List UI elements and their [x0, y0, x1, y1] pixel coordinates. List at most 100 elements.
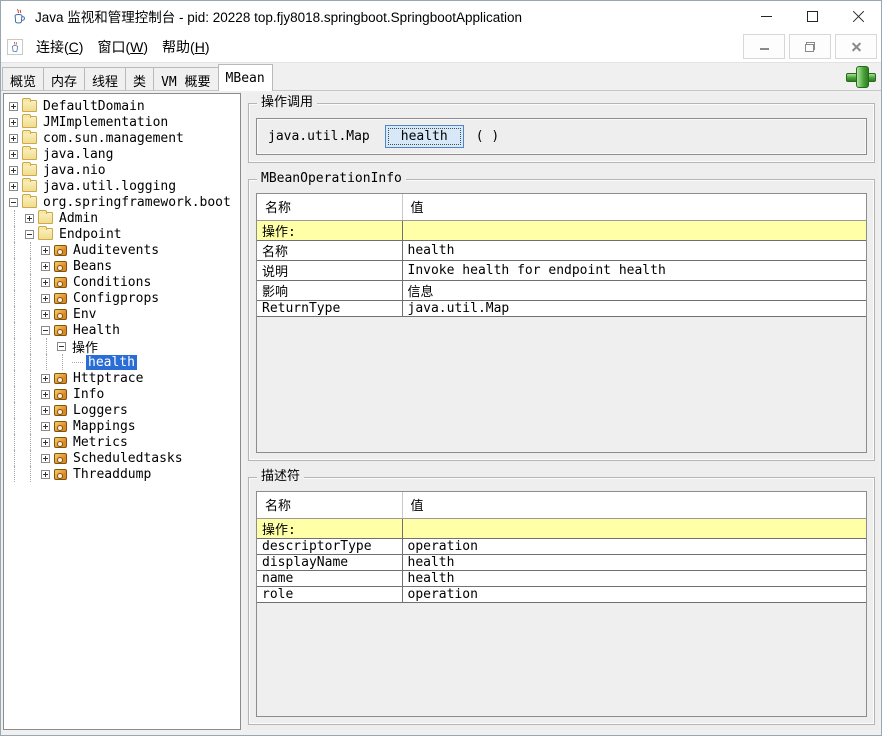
collapse-toggle-icon[interactable] [57, 342, 66, 351]
expand-toggle-icon[interactable] [41, 262, 50, 271]
tree-node-JMImplementation[interactable]: JMImplementation [7, 114, 240, 130]
tab-类[interactable]: 类 [125, 67, 154, 90]
tree-node-com.sun.management[interactable]: com.sun.management [7, 130, 240, 146]
expand-toggle-icon[interactable] [41, 294, 50, 303]
column-header-name[interactable]: 名称 [257, 194, 402, 220]
frame-close-button[interactable] [835, 34, 877, 59]
collapse-toggle-icon[interactable] [25, 230, 34, 239]
tree-node-Beans[interactable]: Beans [7, 258, 240, 274]
menu-window[interactable]: 窗口(W) [90, 34, 155, 60]
health-invoke-button[interactable]: health [385, 125, 464, 148]
expand-toggle-icon[interactable] [41, 438, 50, 447]
tree-node-Endpoint[interactable]: Endpoint [7, 226, 240, 242]
tree-node-操作[interactable]: 操作 [7, 338, 240, 354]
expand-toggle-icon[interactable] [41, 406, 50, 415]
expand-toggle-icon[interactable] [41, 278, 50, 287]
tree-node-Metrics[interactable]: Metrics [7, 434, 240, 450]
frame-minimize-button[interactable] [743, 34, 785, 59]
frame-restore-button[interactable] [789, 34, 831, 59]
expand-toggle-icon[interactable] [9, 166, 18, 175]
table-row[interactable]: 操作: [257, 220, 866, 240]
tree-guide-line [7, 370, 23, 386]
tree-node-Scheduledtasks[interactable]: Scheduledtasks [7, 450, 240, 466]
expand-toggle-icon[interactable] [9, 150, 18, 159]
menu-help[interactable]: 帮助(H) [155, 34, 216, 60]
expand-toggle-icon[interactable] [9, 182, 18, 191]
tree-node-Health[interactable]: Health [7, 322, 240, 338]
table-row[interactable]: 影响信息 [257, 280, 866, 300]
expand-toggle-icon[interactable] [41, 390, 50, 399]
tree-node-org.springframework.boot[interactable]: org.springframework.boot [7, 194, 240, 210]
tree-guide-line [23, 258, 39, 274]
close-button[interactable] [835, 1, 881, 31]
operation-invocation-box: java.util.Map health ( ) [256, 118, 867, 155]
tree-node-Configprops[interactable]: Configprops [7, 290, 240, 306]
cell-value: Invoke health for endpoint health [402, 260, 866, 280]
expand-toggle-icon[interactable] [41, 422, 50, 431]
expand-toggle-icon[interactable] [9, 134, 18, 143]
tree-node-Loggers[interactable]: Loggers [7, 402, 240, 418]
tree-node-label: Scheduledtasks [71, 451, 185, 466]
table-row[interactable]: 说明Invoke health for endpoint health [257, 260, 866, 280]
tree-node-Info[interactable]: Info [7, 386, 240, 402]
expand-toggle-icon[interactable] [25, 214, 34, 223]
expand-toggle-icon[interactable] [41, 374, 50, 383]
expand-toggle-icon[interactable] [41, 454, 50, 463]
tree-node-Conditions[interactable]: Conditions [7, 274, 240, 290]
tree-guide-line [23, 370, 39, 386]
column-header-value[interactable]: 值 [402, 492, 866, 518]
tree-node-Mappings[interactable]: Mappings [7, 418, 240, 434]
table-row[interactable]: ReturnTypejava.util.Map [257, 300, 866, 316]
tree-connector [71, 354, 86, 370]
tab-概览[interactable]: 概览 [2, 67, 44, 90]
expand-toggle-icon[interactable] [9, 102, 18, 111]
tree-node-label: Endpoint [57, 227, 124, 242]
table-row[interactable]: namehealth [257, 570, 866, 586]
tab-VM 概要[interactable]: VM 概要 [153, 67, 218, 90]
tab-内存[interactable]: 内存 [43, 67, 85, 90]
table-row[interactable]: 名称health [257, 240, 866, 260]
tree-node-health[interactable]: health [7, 354, 240, 370]
cell-name: 操作: [257, 518, 402, 538]
cell-value: 信息 [402, 280, 866, 300]
tree-node-Admin[interactable]: Admin [7, 210, 240, 226]
expand-toggle-icon[interactable] [9, 118, 18, 127]
expand-toggle-icon[interactable] [41, 310, 50, 319]
expand-toggle-icon[interactable] [41, 246, 50, 255]
collapse-toggle-icon[interactable] [9, 198, 18, 207]
tree-node-Env[interactable]: Env [7, 306, 240, 322]
expand-toggle-icon[interactable] [41, 470, 50, 479]
collapse-toggle-icon[interactable] [41, 326, 50, 335]
bean-icon [54, 309, 67, 320]
tree-node-Auditevents[interactable]: Auditevents [7, 242, 240, 258]
mbean-operation-info-group: MBeanOperationInfo 名称 值 操作:名称health说明Inv… [248, 179, 875, 461]
cell-name: 名称 [257, 240, 402, 260]
tree-guide-line [23, 402, 39, 418]
java-cup-icon-small [7, 39, 23, 55]
tree-node-label: java.util.logging [41, 179, 178, 194]
table-row[interactable]: roleoperation [257, 586, 866, 602]
cell-value: health [402, 240, 866, 260]
tree-node-label: Configprops [71, 291, 161, 306]
tree-node-Httptrace[interactable]: Httptrace [7, 370, 240, 386]
tree-node-Threaddump[interactable]: Threaddump [7, 466, 240, 482]
tree-node-java.nio[interactable]: java.nio [7, 162, 240, 178]
tree-guide-line [23, 354, 39, 370]
tree-node-DefaultDomain[interactable]: DefaultDomain [7, 98, 240, 114]
tree-node-java.util.logging[interactable]: java.util.logging [7, 178, 240, 194]
maximize-button[interactable] [789, 1, 835, 31]
tab-MBean[interactable]: MBean [218, 64, 273, 91]
table-row[interactable]: displayNamehealth [257, 554, 866, 570]
menu-connection[interactable]: 连接(C) [29, 34, 90, 60]
column-header-name[interactable]: 名称 [257, 492, 402, 518]
minimize-button[interactable] [743, 1, 789, 31]
column-header-value[interactable]: 值 [402, 194, 866, 220]
tree-guide-line [7, 466, 23, 482]
descriptor-table: 名称 值 操作:descriptorTypeoperationdisplayNa… [256, 491, 867, 717]
table-row[interactable]: descriptorTypeoperation [257, 538, 866, 554]
tree-guide-line [23, 306, 39, 322]
tab-线程[interactable]: 线程 [84, 67, 126, 90]
table-row[interactable]: 操作: [257, 518, 866, 538]
tree-node-java.lang[interactable]: java.lang [7, 146, 240, 162]
tree-node-label: Env [71, 307, 98, 322]
